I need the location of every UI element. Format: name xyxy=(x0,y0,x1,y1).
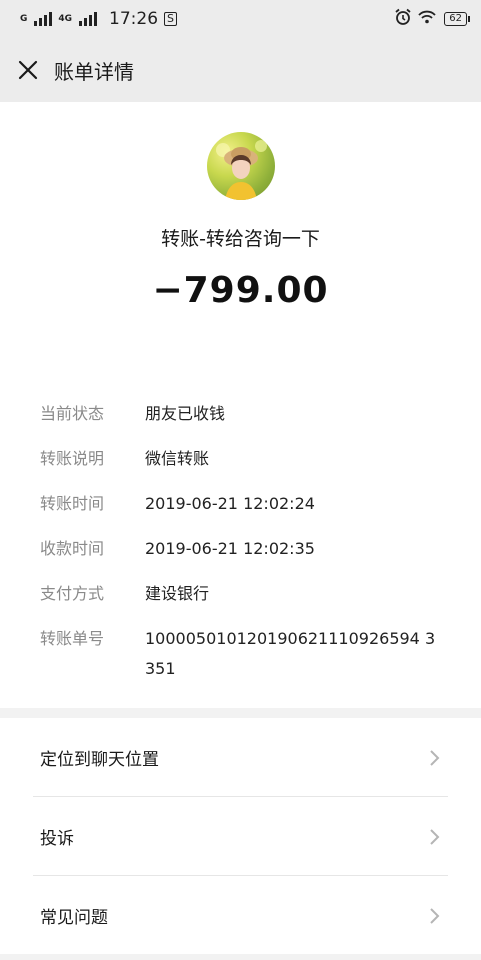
wifi-icon xyxy=(418,9,436,29)
status-time: 17:26 xyxy=(109,9,159,29)
alarm-icon xyxy=(394,8,412,31)
detail-row-status: 当前状态 朋友已收钱 xyxy=(40,404,450,429)
detail-value: 朋友已收钱 xyxy=(145,404,226,423)
close-icon xyxy=(18,60,38,80)
signal-icon-2 xyxy=(79,12,98,26)
network-label: 4G xyxy=(58,14,73,24)
detail-value[interactable]: 100005010120190621110926594 3351 xyxy=(145,624,445,684)
detail-label: 转账说明 xyxy=(40,449,105,468)
menu-item-complaint[interactable]: 投诉 xyxy=(0,797,481,876)
close-button[interactable] xyxy=(2,38,54,102)
detail-label: 当前状态 xyxy=(40,404,105,423)
section-divider xyxy=(0,708,481,718)
action-menu: 定位到聊天位置 投诉 常见问题 xyxy=(0,718,481,955)
detail-list: 当前状态 朋友已收钱 转账说明 微信转账 转账时间 2019-06-21 12:… xyxy=(40,404,450,704)
status-left: G 4G 17:26 S xyxy=(20,9,178,29)
menu-item-faq[interactable]: 常见问题 xyxy=(0,876,481,955)
chevron-right-icon xyxy=(430,907,440,924)
transaction-amount: −799.00 xyxy=(152,270,329,311)
menu-item-label: 定位到聊天位置 xyxy=(40,750,159,770)
message-icon: S xyxy=(164,12,178,26)
detail-value: 2019-06-21 12:02:35 xyxy=(145,539,315,558)
detail-row-note: 转账说明 微信转账 xyxy=(40,449,450,474)
transaction-subject: 转账-转给咨询一下 xyxy=(161,228,320,250)
menu-item-label: 投诉 xyxy=(40,829,74,849)
chevron-right-icon xyxy=(430,749,440,766)
detail-row-receive-time: 收款时间 2019-06-21 12:02:35 xyxy=(40,539,450,564)
chevron-right-icon xyxy=(430,828,440,845)
detail-value: 2019-06-21 12:02:24 xyxy=(145,494,315,513)
detail-row-payment-method: 支付方式 建设银行 xyxy=(40,584,450,609)
detail-label: 转账时间 xyxy=(40,494,105,513)
avatar[interactable] xyxy=(207,132,275,200)
page-title: 账单详情 xyxy=(54,59,134,84)
menu-item-locate-chat[interactable]: 定位到聊天位置 xyxy=(0,718,481,797)
detail-label: 支付方式 xyxy=(40,584,105,603)
bottom-divider xyxy=(0,954,481,960)
detail-row-transfer-id: 转账单号 100005010120190621110926594 3351 xyxy=(40,629,450,684)
detail-value: 微信转账 xyxy=(145,449,210,468)
menu-item-label: 常见问题 xyxy=(40,908,108,928)
battery-icon: 62 xyxy=(444,12,470,26)
detail-label: 收款时间 xyxy=(40,539,105,558)
status-bar: G 4G 17:26 S 62 xyxy=(0,0,481,38)
carrier-label: G xyxy=(20,14,28,24)
detail-row-transfer-time: 转账时间 2019-06-21 12:02:24 xyxy=(40,494,450,519)
status-right: 62 xyxy=(394,8,470,31)
nav-bar: 账单详情 xyxy=(0,38,481,102)
detail-value: 建设银行 xyxy=(145,584,210,603)
detail-label: 转账单号 xyxy=(40,629,105,648)
signal-icon xyxy=(34,12,53,26)
